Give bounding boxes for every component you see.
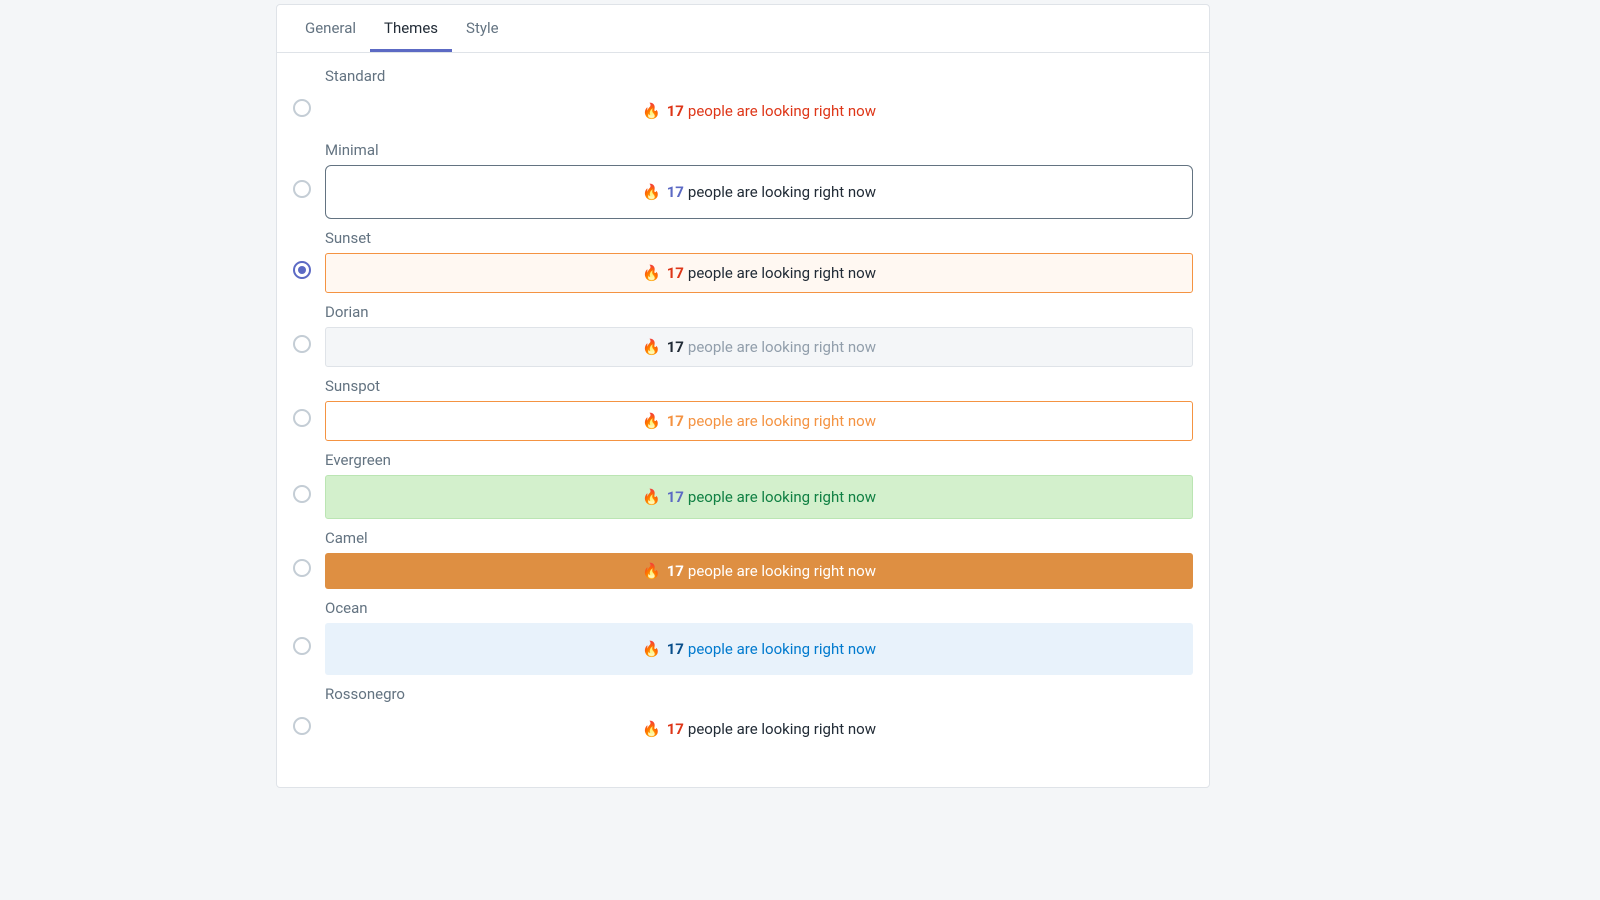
- theme-label: Dorian: [325, 303, 1193, 321]
- theme-preview-camel[interactable]: 🔥 17people are looking right now: [325, 553, 1193, 589]
- viewer-count: 17: [667, 720, 684, 738]
- fire-icon: 🔥: [642, 264, 661, 282]
- radio-cell: [293, 391, 325, 427]
- theme-block: Camel 🔥 17people are looking right now: [325, 529, 1193, 589]
- viewer-count: 17: [667, 264, 684, 282]
- radio-cell: [293, 699, 325, 735]
- theme-row-dorian: Dorian 🔥 17people are looking right now: [293, 303, 1193, 367]
- tab-themes[interactable]: Themes: [370, 5, 452, 52]
- radio-cell: [293, 81, 325, 117]
- fire-icon: 🔥: [642, 488, 661, 506]
- theme-preview-dorian[interactable]: 🔥 17people are looking right now: [325, 327, 1193, 367]
- viewer-message: people are looking right now: [688, 338, 876, 356]
- viewer-count: 17: [667, 338, 684, 356]
- theme-label: Sunspot: [325, 377, 1193, 395]
- viewer-count: 17: [667, 412, 684, 430]
- theme-row-minimal: Minimal 🔥 17people are looking right now: [293, 141, 1193, 219]
- theme-label: Camel: [325, 529, 1193, 547]
- theme-block: Dorian 🔥 17people are looking right now: [325, 303, 1193, 367]
- theme-radio-camel[interactable]: [293, 559, 311, 577]
- theme-radio-rossonegro[interactable]: [293, 717, 311, 735]
- theme-preview-ocean[interactable]: 🔥 17people are looking right now: [325, 623, 1193, 675]
- viewer-count: 17: [667, 488, 684, 506]
- viewer-count: 17: [667, 640, 684, 658]
- theme-row-sunset: Sunset 🔥 17people are looking right now: [293, 229, 1193, 293]
- theme-preview-evergreen[interactable]: 🔥 17people are looking right now: [325, 475, 1193, 519]
- theme-label: Standard: [325, 67, 1193, 85]
- radio-cell: [293, 317, 325, 353]
- radio-cell: [293, 243, 325, 279]
- theme-row-camel: Camel 🔥 17people are looking right now: [293, 529, 1193, 589]
- theme-radio-standard[interactable]: [293, 99, 311, 117]
- viewer-count: 17: [667, 183, 684, 201]
- tab-general[interactable]: General: [291, 5, 370, 52]
- theme-label: Evergreen: [325, 451, 1193, 469]
- theme-block: Minimal 🔥 17people are looking right now: [325, 141, 1193, 219]
- settings-card: GeneralThemesStyle Standard🔥17people are…: [276, 4, 1210, 788]
- fire-icon: 🔥: [642, 640, 661, 658]
- fire-icon: 🔥: [642, 102, 661, 120]
- viewer-message: people are looking right now: [688, 488, 876, 506]
- viewer-message: people are looking right now: [688, 640, 876, 658]
- theme-preview-sunspot[interactable]: 🔥 17people are looking right now: [325, 401, 1193, 441]
- theme-row-ocean: Ocean 🔥 17people are looking right now: [293, 599, 1193, 675]
- fire-icon: 🔥: [642, 720, 661, 738]
- theme-preview-sunset[interactable]: 🔥 17people are looking right now: [325, 253, 1193, 293]
- theme-block: Standard 🔥 17people are looking right now: [325, 67, 1193, 131]
- radio-cell: [293, 467, 325, 503]
- theme-row-standard: Standard 🔥 17people are looking right now: [293, 67, 1193, 131]
- theme-row-rossonegro: Rossonegro 🔥 17people are looking right no…: [293, 685, 1193, 749]
- fire-icon: 🔥: [642, 183, 661, 201]
- theme-label: Minimal: [325, 141, 1193, 159]
- theme-preview-minimal[interactable]: 🔥 17people are looking right now: [325, 165, 1193, 219]
- theme-row-evergreen: Evergreen 🔥 17people are looking right now: [293, 451, 1193, 519]
- themes-list: Standard🔥17people are looking right nowM…: [277, 53, 1209, 787]
- theme-row-sunspot: Sunspot 🔥 17people are looking right now: [293, 377, 1193, 441]
- theme-block: Evergreen 🔥 17people are looking right now: [325, 451, 1193, 519]
- fire-icon: 🔥: [642, 412, 661, 430]
- viewer-message: people are looking right now: [688, 183, 876, 201]
- radio-cell: [293, 619, 325, 655]
- theme-preview-standard[interactable]: 🔥 17people are looking right now: [325, 91, 1193, 131]
- theme-radio-sunspot[interactable]: [293, 409, 311, 427]
- theme-radio-dorian[interactable]: [293, 335, 311, 353]
- fire-icon: 🔥: [642, 338, 661, 356]
- viewer-count: 17: [667, 562, 684, 580]
- viewer-message: people are looking right now: [688, 412, 876, 430]
- radio-cell: [293, 162, 325, 198]
- viewer-message: people are looking right now: [688, 720, 876, 738]
- fire-icon: 🔥: [642, 562, 661, 580]
- theme-radio-sunset[interactable]: [293, 261, 311, 279]
- theme-block: Sunspot 🔥 17people are looking right now: [325, 377, 1193, 441]
- viewer-count: 17: [667, 102, 684, 120]
- theme-label: Ocean: [325, 599, 1193, 617]
- theme-radio-minimal[interactable]: [293, 180, 311, 198]
- theme-block: Sunset 🔥 17people are looking right now: [325, 229, 1193, 293]
- radio-cell: [293, 541, 325, 577]
- theme-label: Sunset: [325, 229, 1193, 247]
- viewer-message: people are looking right now: [688, 562, 876, 580]
- tabs: GeneralThemesStyle: [277, 5, 1209, 53]
- viewer-message: people are looking right now: [688, 264, 876, 282]
- theme-label: Rossonegro: [325, 685, 1193, 703]
- theme-block: Ocean 🔥 17people are looking right now: [325, 599, 1193, 675]
- tab-style[interactable]: Style: [452, 5, 513, 52]
- theme-block: Rossonegro 🔥 17people are looking right no…: [325, 685, 1193, 749]
- theme-radio-ocean[interactable]: [293, 637, 311, 655]
- theme-preview-rossonegro[interactable]: 🔥 17people are looking right now: [325, 709, 1193, 749]
- viewer-message: people are looking right now: [688, 102, 876, 120]
- theme-radio-evergreen[interactable]: [293, 485, 311, 503]
